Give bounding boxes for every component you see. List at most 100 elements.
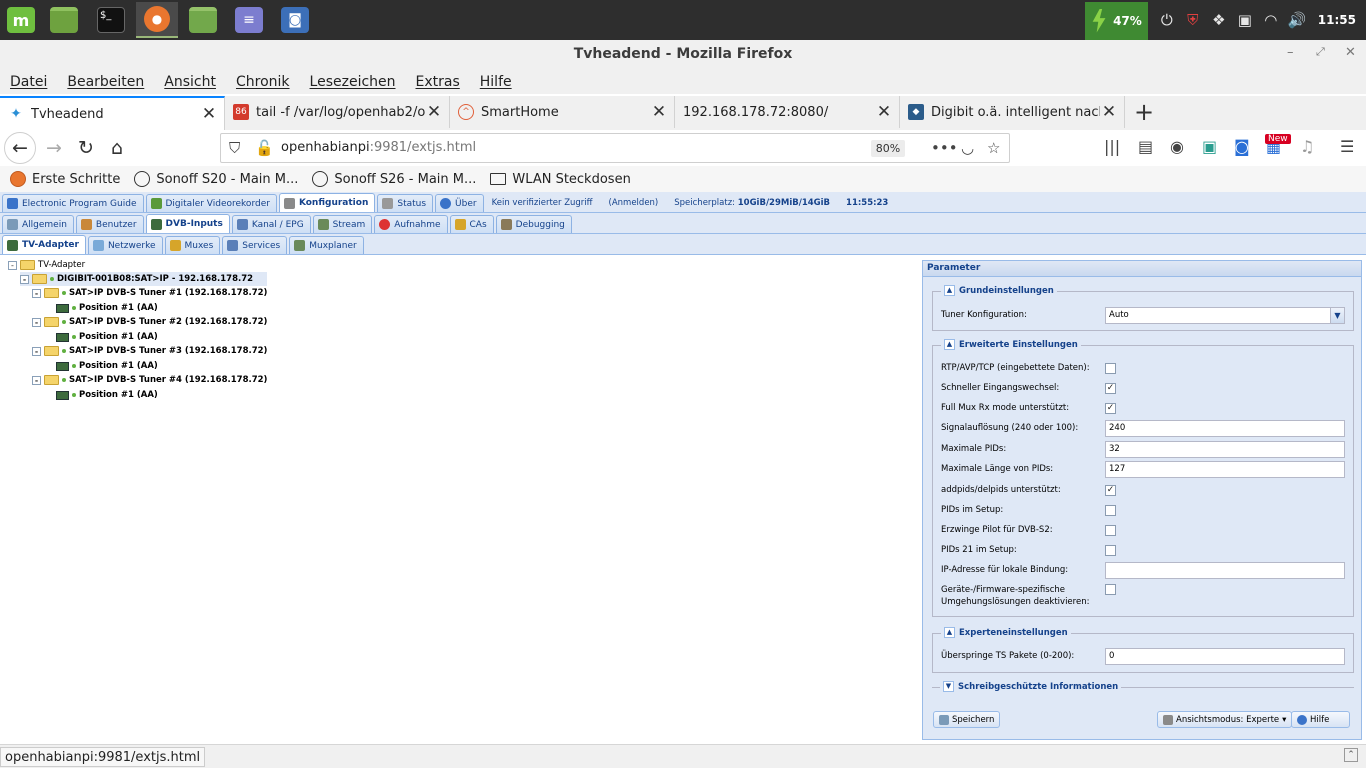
files-launcher[interactable] (43, 2, 85, 38)
extension-icon[interactable]: ▣ (1202, 137, 1217, 156)
help-button[interactable]: Hilfe (1291, 711, 1350, 728)
tuner-config-select[interactable]: Auto ▼ (1105, 306, 1345, 324)
tab-tv-adapter[interactable]: TV-Adapter (2, 235, 86, 254)
tree-node-tuner[interactable]: - SAT>IP DVB-S Tuner #2 (192.168.178.72) (32, 315, 267, 329)
close-tab-icon[interactable]: ✕ (200, 104, 218, 124)
menu-ansicht[interactable]: Ansicht (164, 74, 216, 90)
tree-node-position[interactable]: Position #1 (AA) (56, 330, 158, 344)
collapse-toggle-icon[interactable]: - (20, 274, 29, 284)
tree-node-tuner[interactable]: - SAT>IP DVB-S Tuner #1 (192.168.178.72) (32, 286, 267, 300)
tab-ueber[interactable]: Über (435, 194, 484, 212)
save-button[interactable]: Speichern (933, 711, 1001, 728)
bookmark-folder-wlan[interactable]: WLAN Steckdosen (490, 172, 631, 187)
fast-switch-checkbox[interactable]: ✓ (1105, 382, 1116, 394)
tab-dvr[interactable]: Digitaler Videorekorder (145, 194, 277, 212)
close-tab-icon[interactable]: ✕ (875, 102, 893, 122)
tab-muxes[interactable]: Muxes (164, 236, 221, 254)
terminal-launcher[interactable]: $_ (90, 2, 132, 38)
menu-lesezeichen[interactable]: Lesezeichen (310, 74, 396, 90)
full-mux-checkbox[interactable]: ✓ (1105, 402, 1116, 414)
tab-epg[interactable]: Electronic Program Guide (2, 194, 144, 212)
dropbox-icon[interactable]: ❖ (1206, 11, 1232, 29)
bookmark-sonoff-s26[interactable]: Sonoff S26 - Main M... (312, 171, 476, 187)
fieldset-legend[interactable]: ▲ Experteneinstellungen (941, 627, 1071, 638)
tab-konfiguration[interactable]: Konfiguration (278, 193, 376, 212)
tree-node-position[interactable]: Position #1 (AA) (56, 301, 158, 315)
clock[interactable]: 11:55 (1318, 13, 1356, 27)
collapse-toggle-icon[interactable]: - (32, 317, 41, 327)
wifi-icon[interactable]: ◠ (1258, 11, 1284, 29)
pocket-icon[interactable]: ◡ (961, 139, 974, 157)
tree-node-tuner[interactable]: - SAT>IP DVB-S Tuner #4 (192.168.178.72) (32, 373, 267, 387)
hamburger-menu-icon[interactable]: ☰ (1340, 137, 1354, 156)
clipboard-icon[interactable]: ▣ (1232, 11, 1258, 29)
browser-tab-tvheadend[interactable]: ✦ Tvheadend ✕ (0, 96, 225, 130)
home-button[interactable]: ⌂ (103, 134, 131, 162)
tab-cas[interactable]: CAs (449, 215, 494, 233)
shield-icon[interactable]: ⛉ (229, 139, 240, 157)
menu-extras[interactable]: Extras (416, 74, 460, 90)
browser-tab-smarthome[interactable]: ^ SmartHome ✕ (450, 96, 675, 128)
url-text[interactable]: openhabianpi:9981/extjs.html (281, 140, 476, 155)
force-pilot-checkbox[interactable] (1105, 524, 1116, 536)
text-editor-launcher[interactable]: ≡ (228, 2, 270, 38)
browser-tab-digibit[interactable]: ◆ Digibit o.ä. intelligent nach A ✕ (900, 96, 1125, 128)
addpids-checkbox[interactable]: ✓ (1105, 484, 1116, 496)
reload-button[interactable]: ↻ (72, 134, 100, 162)
tab-netzwerke[interactable]: Netzwerke (87, 236, 163, 254)
pids-setup-checkbox[interactable] (1105, 504, 1116, 516)
url-bar[interactable]: ⛉ 🔓 openhabianpi:9981/extjs.html 80% •••… (220, 133, 1010, 163)
pids21-checkbox[interactable] (1105, 544, 1116, 556)
fieldset-legend[interactable]: ▲ Erweiterte Einstellungen (941, 339, 1081, 350)
tree-node-root[interactable]: - TV-Adapter (8, 258, 85, 272)
firefox-launcher[interactable]: ● (136, 2, 178, 38)
menu-hilfe[interactable]: Hilfe (480, 74, 512, 90)
close-tab-icon[interactable]: ✕ (425, 102, 443, 122)
collapse-toggle-icon[interactable]: - (32, 375, 41, 385)
chevron-down-icon[interactable]: ▼ (1330, 307, 1344, 323)
fieldset-legend[interactable]: ▼ Schreibgeschützte Informationen (940, 681, 1122, 692)
bookmark-erste-schritte[interactable]: Erste Schritte (10, 171, 120, 187)
collapse-icon[interactable]: ▲ (944, 285, 955, 296)
tab-status[interactable]: Status (377, 194, 434, 212)
power-icon[interactable]: ⏻ (1154, 11, 1180, 29)
shield-icon[interactable]: ⛨ (1180, 11, 1206, 29)
tab-muxplaner[interactable]: Muxplaner (289, 236, 364, 254)
maximize-button[interactable]: ⤢ (1316, 45, 1325, 59)
insecure-lock-icon[interactable]: 🔓 (255, 139, 274, 157)
menu-datei[interactable]: Datei (10, 74, 47, 90)
collapse-toggle-icon[interactable]: - (32, 288, 41, 298)
max-pids-input[interactable]: 32 (1105, 440, 1345, 458)
tab-aufnahme[interactable]: Aufnahme (374, 215, 448, 233)
fieldset-legend[interactable]: ▲ Grundeinstellungen (941, 285, 1057, 296)
collapse-toggle-icon[interactable]: - (8, 260, 17, 270)
tab-stream[interactable]: Stream (312, 215, 373, 233)
skip-ts-input[interactable]: 0 (1105, 647, 1345, 665)
tab-benutzer[interactable]: Benutzer (75, 215, 144, 233)
account-icon[interactable]: ◉ (1170, 137, 1184, 156)
folder-launcher[interactable] (182, 2, 224, 38)
collapse-icon[interactable]: ▲ (944, 339, 955, 350)
minimize-button[interactable]: – (1287, 45, 1294, 60)
expand-icon[interactable]: ▼ (943, 681, 954, 692)
tab-kanal-epg[interactable]: Kanal / EPG (231, 215, 311, 233)
close-tab-icon[interactable]: ✕ (650, 102, 668, 122)
mint-menu-button[interactable]: m (0, 2, 42, 38)
zoom-indicator[interactable]: 80% (871, 140, 905, 157)
volume-icon[interactable]: 🔊 (1284, 11, 1310, 29)
tab-services[interactable]: Services (222, 236, 288, 254)
back-button[interactable]: ← (4, 132, 36, 164)
tree-node-device[interactable]: - DIGIBIT-001B08:SAT>IP - 192.168.178.72 (20, 272, 268, 286)
browser-tab-tail[interactable]: 86 tail -f /var/log/openhab2/ope ✕ (225, 96, 450, 128)
menu-bearbeiten[interactable]: Bearbeiten (67, 74, 144, 90)
tree-node-position[interactable]: Position #1 (AA) (56, 359, 158, 373)
rtp-checkbox[interactable] (1105, 362, 1116, 374)
close-button[interactable]: ✕ (1345, 45, 1356, 60)
menu-chronik[interactable]: Chronik (236, 74, 290, 90)
new-tab-button[interactable]: + (1125, 96, 1163, 128)
max-pid-length-input[interactable]: 127 (1105, 460, 1345, 478)
sidebar-icon[interactable]: ▤ (1138, 137, 1153, 156)
tree-node-tuner[interactable]: - SAT>IP DVB-S Tuner #3 (192.168.178.72) (32, 344, 267, 358)
browser-tab-ip[interactable]: 192.168.178.72:8080/ ✕ (675, 96, 900, 128)
tab-dvb-inputs[interactable]: DVB-Inputs (145, 214, 230, 233)
